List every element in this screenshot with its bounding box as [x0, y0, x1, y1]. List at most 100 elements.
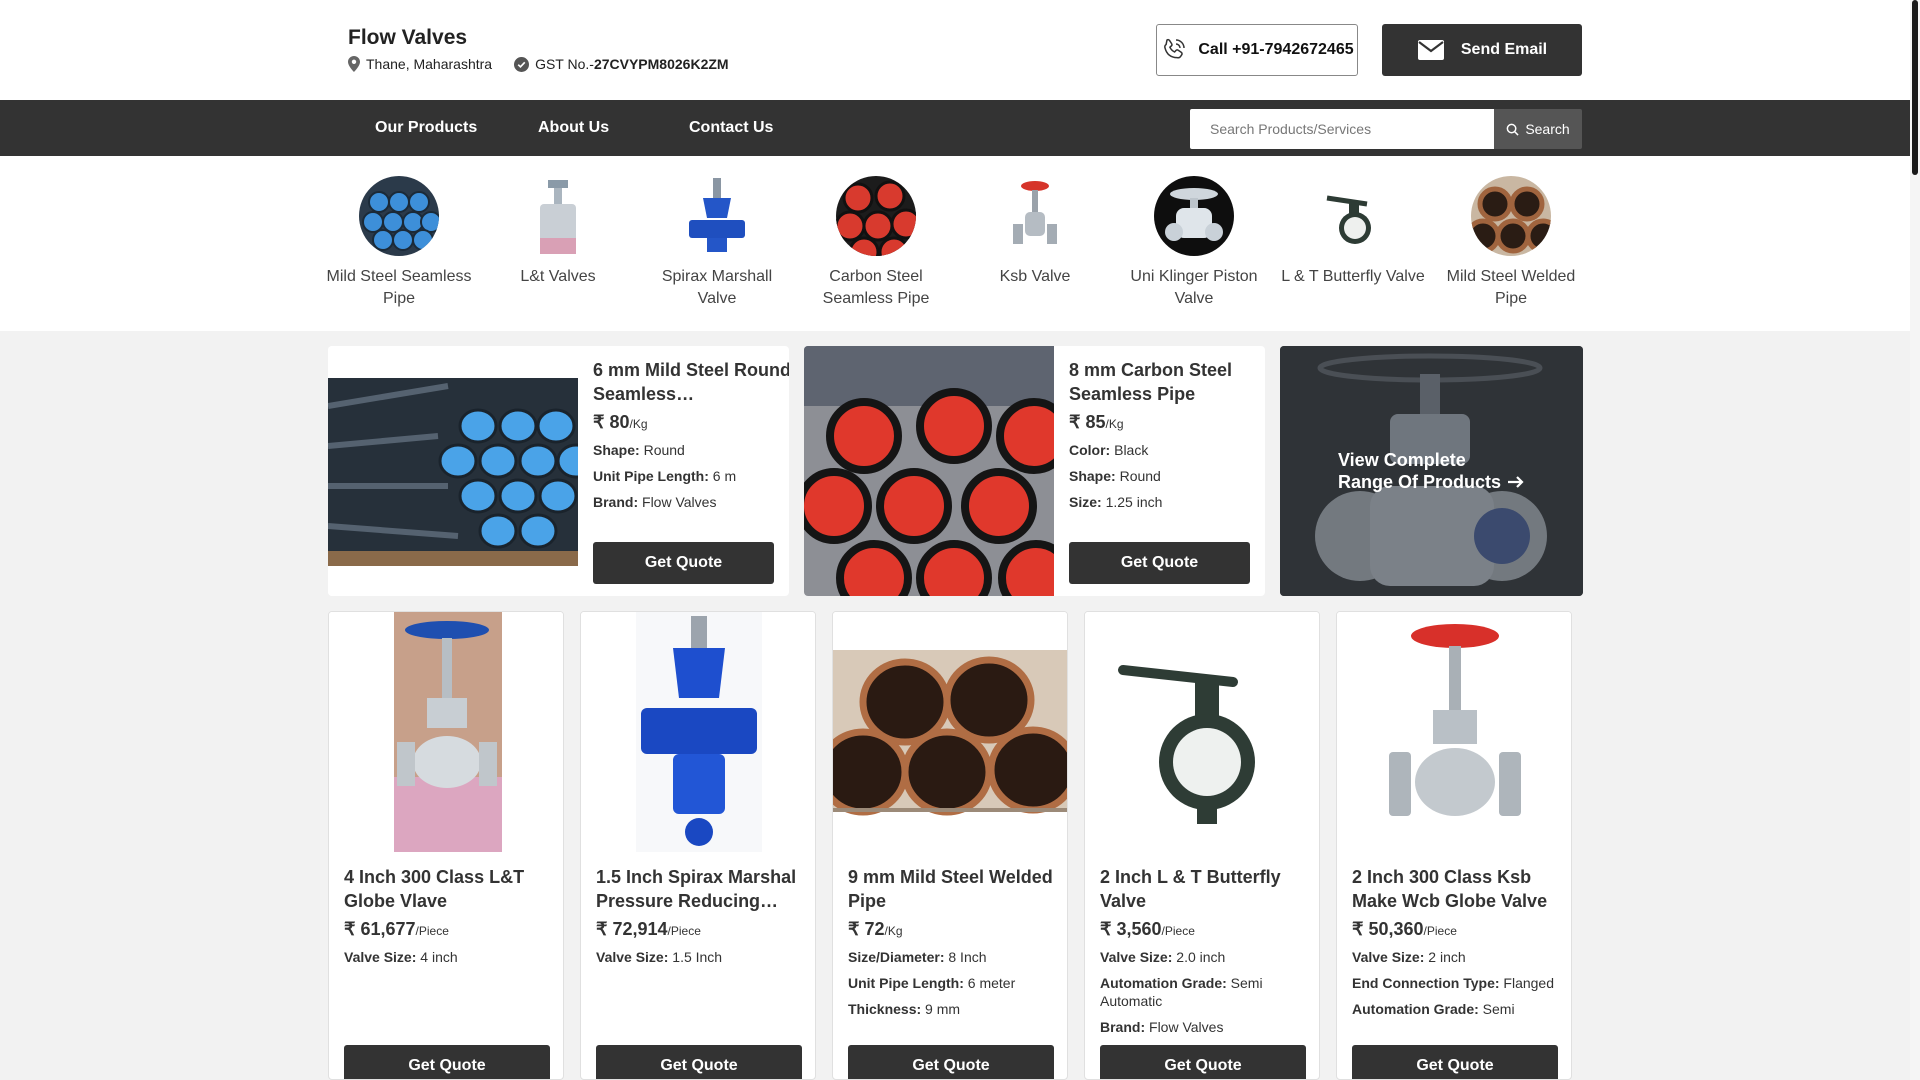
- range-cta-line2: Range Of Products: [1338, 472, 1502, 492]
- category-mild-steel-seamless-pipe[interactable]: Mild Steel Seamless Pipe: [324, 176, 474, 310]
- call-button-label: Call +91-7942672465: [1198, 41, 1354, 58]
- nav-about-us[interactable]: About Us: [538, 100, 609, 156]
- price-value: 85: [1085, 412, 1106, 432]
- currency-symbol: ₹: [344, 919, 356, 939]
- product-spec: Valve Size: 1.5 Inch: [596, 948, 802, 966]
- spec-value: 9 mm: [925, 1001, 961, 1017]
- spec-value: Round: [1119, 468, 1161, 484]
- company-meta: Thane, Maharashtra GST No.- 27CVYPM8026K…: [348, 56, 751, 72]
- spec-value: Semi: [1482, 1001, 1515, 1017]
- category-carbon-steel-seamless-pipe[interactable]: Carbon Steel Seamless Pipe: [801, 176, 951, 310]
- product-card: 1.5 Inch Spirax Marshal Pressure Reducin…: [580, 611, 816, 1080]
- get-quote-button[interactable]: Get Quote: [596, 1045, 802, 1079]
- company-name[interactable]: Flow Valves: [348, 26, 467, 50]
- location: Thane, Maharashtra: [348, 56, 492, 72]
- category-label: Ksb Valve: [999, 268, 1071, 285]
- category-label: L & T Butterfly Valve: [1281, 268, 1425, 285]
- get-quote-button[interactable]: Get Quote: [1352, 1045, 1558, 1079]
- currency-symbol: ₹: [593, 412, 605, 432]
- spec-key: Brand:: [1100, 1019, 1146, 1035]
- product-title[interactable]: 2 Inch L & T Butterfly Valve: [1100, 865, 1306, 913]
- category-lt-butterfly-valve[interactable]: L & T Butterfly Valve: [1278, 176, 1428, 288]
- product-spec: Size/Diameter: 8 Inch: [848, 948, 1054, 966]
- currency-symbol: ₹: [1069, 412, 1081, 432]
- price-unit: /Kg: [1105, 417, 1124, 431]
- spec-key: Automation Grade:: [1352, 1001, 1479, 1017]
- send-email-label: Send Email: [1460, 41, 1548, 58]
- spec-value: 1.5 Inch: [672, 949, 723, 965]
- price-value: 72,914: [612, 919, 668, 939]
- category-label: L&t Valves: [520, 268, 596, 285]
- category-ksb-valve[interactable]: Ksb Valve: [960, 176, 1110, 288]
- spec-value: 6 meter: [967, 975, 1016, 991]
- spec-key: Size/Diameter:: [848, 949, 945, 965]
- spec-key: Unit Pipe Length:: [848, 975, 964, 991]
- search-button-label: Search: [1525, 121, 1570, 137]
- product-image[interactable]: [581, 612, 815, 852]
- product-spec: Valve Size: 2.0 inch: [1100, 948, 1306, 966]
- product-title[interactable]: 1.5 Inch Spirax Marshal Pressure Reducin…: [596, 865, 802, 913]
- range-cta-line1: View Complete: [1338, 450, 1466, 470]
- verified-check-icon: [514, 56, 530, 72]
- get-quote-button[interactable]: Get Quote: [593, 542, 774, 584]
- category-uni-klinger-piston-valve[interactable]: Uni Klinger Piston Valve: [1119, 176, 1269, 310]
- product-image[interactable]: [804, 346, 1054, 596]
- spec-value: Flanged: [1503, 975, 1554, 991]
- nav-our-products[interactable]: Our Products: [375, 100, 477, 156]
- spec-key: Color:: [1069, 442, 1111, 458]
- view-complete-range-link[interactable]: View Complete Range Of Products: [1280, 346, 1583, 596]
- product-image[interactable]: [1337, 612, 1571, 852]
- category-mild-steel-welded-pipe[interactable]: Mild Steel Welded Pipe: [1436, 176, 1586, 310]
- page-scrollbar[interactable]: [1910, 0, 1920, 1080]
- spec-value: Flow Valves: [642, 494, 717, 510]
- gst: GST No.- 27CVYPM8026K2ZM: [514, 56, 729, 72]
- currency-symbol: ₹: [1100, 919, 1112, 939]
- product-card: 4 Inch 300 Class L&T Globe Vlave ₹ 61,67…: [328, 611, 564, 1080]
- product-spec: Unit Pipe Length: 6 meter: [848, 974, 1054, 992]
- spec-value: 2.0 inch: [1176, 949, 1226, 965]
- product-spec: Brand: Flow Valves: [1100, 1018, 1306, 1036]
- product-price: ₹ 85/Kg: [1069, 412, 1265, 433]
- product-info: 8 mm Carbon Steel Seamless Pipe ₹ 85/Kg …: [1069, 358, 1265, 511]
- price-unit: /Piece: [1161, 924, 1195, 938]
- spec-key: Valve Size:: [344, 949, 417, 965]
- product-image[interactable]: [328, 346, 578, 596]
- search-button[interactable]: Search: [1494, 109, 1582, 149]
- category-spirax-marshall-valve[interactable]: Spirax Marshall Valve: [642, 176, 792, 310]
- get-quote-button[interactable]: Get Quote: [344, 1045, 550, 1079]
- get-quote-button[interactable]: Get Quote: [1069, 542, 1250, 584]
- blue-pipes-icon: [359, 176, 439, 256]
- nav-contact-us[interactable]: Contact Us: [689, 100, 773, 156]
- currency-symbol: ₹: [848, 919, 860, 939]
- get-quote-button[interactable]: Get Quote: [1100, 1045, 1306, 1079]
- valve-icon: [518, 176, 598, 256]
- product-card: 9 mm Mild Steel Welded Pipe ₹ 72/Kg Size…: [832, 611, 1068, 1080]
- featured-product-card: 6 mm Mild Steel Round Seamless… ₹ 80/Kg …: [328, 346, 789, 596]
- search-input[interactable]: [1190, 109, 1494, 149]
- scrollbar-thumb[interactable]: [1912, 0, 1918, 175]
- send-email-button[interactable]: Send Email: [1382, 24, 1582, 76]
- product-image[interactable]: [329, 612, 563, 852]
- product-image[interactable]: [833, 612, 1067, 852]
- product-spec: Unit Pipe Length: 6 m: [593, 467, 789, 485]
- category-lt-valves[interactable]: L&t Valves: [483, 176, 633, 288]
- product-title[interactable]: 6 mm Mild Steel Round Seamless…: [593, 358, 789, 406]
- product-spec: Shape: Round: [593, 441, 789, 459]
- location-pin-icon: [348, 56, 360, 72]
- product-info: 2 Inch 300 Class Ksb Make Wcb Globe Valv…: [1352, 865, 1558, 1018]
- site-header: Flow Valves Thane, Maharashtra GST No.- …: [0, 0, 1910, 100]
- spec-value: 4 inch: [420, 949, 458, 965]
- product-title[interactable]: 8 mm Carbon Steel Seamless Pipe: [1069, 358, 1265, 406]
- price-unit: /Piece: [1423, 924, 1457, 938]
- search-icon: [1506, 123, 1519, 136]
- get-quote-button[interactable]: Get Quote: [848, 1045, 1054, 1079]
- product-title[interactable]: 9 mm Mild Steel Welded Pipe: [848, 865, 1054, 913]
- product-title[interactable]: 2 Inch 300 Class Ksb Make Wcb Globe Valv…: [1352, 865, 1558, 913]
- product-spec: End Connection Type: Flanged: [1352, 974, 1558, 992]
- product-card: 2 Inch L & T Butterfly Valve ₹ 3,560/Pie…: [1084, 611, 1320, 1080]
- product-title[interactable]: 4 Inch 300 Class L&T Globe Vlave: [344, 865, 550, 913]
- product-image[interactable]: [1085, 612, 1319, 852]
- butterfly-valve-icon: [1313, 176, 1393, 256]
- call-button[interactable]: Call +91-7942672465: [1156, 24, 1358, 76]
- envelope-icon: [1417, 40, 1444, 60]
